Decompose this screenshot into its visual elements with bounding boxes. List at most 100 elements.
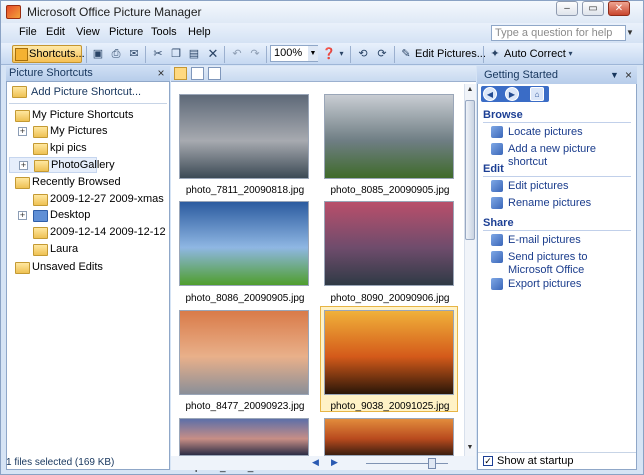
thumbnail-image[interactable]	[324, 94, 454, 179]
tree-item[interactable]: + My Pictures	[9, 124, 159, 140]
thumbnail-image[interactable]	[179, 201, 309, 286]
tree-item[interactable]: 2009-12-27 2009-xmas	[9, 192, 164, 208]
tree-item[interactable]: + Desktop	[9, 208, 159, 224]
toolbar-separator	[224, 46, 225, 63]
scroll-up-icon[interactable]: ▲	[465, 86, 475, 96]
show-at-startup-checkbox[interactable]: ✓	[483, 456, 493, 466]
tree-item[interactable]: 2009-12-14 2009-12-12	[9, 225, 166, 241]
save-icon[interactable]: ▣	[90, 46, 106, 62]
menu-view[interactable]: View	[76, 26, 100, 38]
zoom-dropdown-icon[interactable]: ▼	[308, 46, 318, 61]
menu-edit[interactable]: Edit	[46, 26, 65, 38]
menu-file[interactable]: File	[19, 26, 37, 38]
restore-button[interactable]: ▭	[582, 1, 604, 16]
tree-item-label: 2009-12-27 2009-xmas	[50, 193, 164, 205]
help-icon[interactable]: ❓	[321, 46, 337, 62]
tree-item[interactable]: Unsaved Edits	[9, 260, 159, 276]
status-bar: 1 files selected (169 KB)	[6, 457, 115, 468]
thumbnail-image[interactable]	[324, 418, 454, 456]
toolbar-options-icon-2[interactable]: ▾	[566, 46, 575, 62]
edit-icon	[491, 180, 503, 192]
edit-pictures-icon[interactable]: ✎	[398, 46, 414, 62]
next-icon[interactable]: ▶	[331, 457, 338, 468]
rotate-right-icon[interactable]: ⟳	[374, 46, 390, 62]
email-icon	[491, 234, 503, 246]
thumbnail-view-icon[interactable]	[174, 67, 187, 80]
expand-icon[interactable]: +	[18, 127, 27, 136]
ask-question-input[interactable]: Type a question for help	[491, 25, 626, 41]
add-shortcut-icon	[12, 86, 27, 99]
task-link[interactable]: Add a new picture shortcut	[508, 143, 626, 169]
task-link[interactable]: Send pictures to Microsoft Office	[508, 251, 626, 277]
thumbnail-caption: photo_8090_20090906.jpg	[330, 293, 450, 304]
section-heading: Browse	[483, 109, 523, 121]
toolbar-separator	[86, 46, 87, 63]
thumbnail-image[interactable]	[179, 310, 309, 395]
close-pane-icon[interactable]: ×	[156, 67, 166, 80]
folder-icon	[33, 227, 48, 239]
toolbar-options-icon[interactable]: ▾	[337, 46, 346, 62]
section-divider	[483, 176, 631, 177]
tree-item[interactable]: kpi pics	[9, 141, 159, 157]
auto-correct-button[interactable]: Auto Correct	[504, 46, 566, 62]
expand-icon[interactable]: +	[19, 161, 28, 170]
tree-item[interactable]: My Picture Shortcuts	[9, 108, 159, 124]
cut-icon[interactable]: ✂	[150, 46, 166, 62]
redo-icon[interactable]: ↷	[247, 46, 263, 62]
tree-item[interactable]: Recently Browsed	[9, 175, 159, 191]
task-link[interactable]: E-mail pictures	[508, 234, 626, 247]
unsaved-icon	[15, 262, 30, 274]
back-icon[interactable]: ◀	[483, 87, 497, 101]
copy-icon[interactable]: ❐	[168, 46, 184, 62]
shortcuts-icon	[15, 110, 30, 122]
scroll-down-icon[interactable]: ▼	[465, 444, 475, 454]
recent-icon	[15, 177, 30, 189]
zoom-slider-thumb[interactable]	[428, 458, 436, 469]
task-link[interactable]: Export pictures	[508, 278, 626, 291]
toolbar-separator	[483, 46, 484, 63]
add-picture-shortcut-label: Add Picture Shortcut...	[31, 86, 142, 98]
ask-dropdown-icon[interactable]: ▼	[626, 25, 635, 41]
edit-pictures-button[interactable]: Edit Pictures...	[415, 46, 486, 62]
task-link[interactable]: Locate pictures	[508, 126, 626, 139]
filmstrip-view-icon[interactable]	[191, 67, 204, 80]
paste-icon[interactable]: ▤	[186, 46, 202, 62]
section-heading: Edit	[483, 163, 504, 175]
tree-item-label: PhotoGallery	[51, 159, 115, 171]
previous-icon[interactable]: ◀	[312, 457, 319, 468]
scroll-thumb[interactable]	[465, 100, 475, 240]
thumbnail-image[interactable]	[324, 201, 454, 286]
minimize-button[interactable]: –	[556, 1, 578, 16]
task-pane-close-icon[interactable]: ×	[625, 68, 632, 82]
export-icon	[491, 278, 503, 290]
forward-icon[interactable]: ▶	[505, 87, 519, 101]
thumbnail-image[interactable]	[324, 310, 454, 395]
task-link[interactable]: Rename pictures	[508, 197, 626, 210]
add-picture-shortcut-link[interactable]: Add Picture Shortcut...	[12, 86, 162, 100]
menu-picture[interactable]: Picture	[109, 26, 143, 38]
task-link[interactable]: Edit pictures	[508, 180, 626, 193]
home-icon[interactable]: ⌂	[530, 87, 544, 101]
tree-item-label: My Picture Shortcuts	[32, 109, 134, 121]
expand-icon[interactable]: +	[18, 211, 27, 220]
menu-help[interactable]: Help	[188, 26, 211, 38]
close-button[interactable]: ✕	[608, 1, 630, 16]
locate-icon	[491, 126, 503, 138]
task-pane-menu-icon[interactable]: ▼	[610, 70, 619, 80]
tree-item-label: kpi pics	[50, 142, 87, 154]
rotate-left-icon[interactable]: ⟲	[355, 46, 371, 62]
shortcuts-icon	[15, 48, 28, 61]
tree-item[interactable]: + PhotoGallery	[9, 157, 115, 173]
tree-item-label: Unsaved Edits	[32, 261, 103, 273]
tree-item[interactable]: Laura	[9, 242, 159, 258]
print-icon[interactable]: ⎙	[108, 46, 124, 62]
email-icon[interactable]: ✉	[126, 46, 142, 62]
single-view-icon[interactable]	[208, 67, 221, 80]
thumbnail-image[interactable]	[179, 418, 309, 456]
thumbnail-image[interactable]	[179, 94, 309, 179]
menu-tools[interactable]: Tools	[151, 26, 177, 38]
auto-correct-icon[interactable]: ✦	[487, 46, 503, 62]
shortcuts-button[interactable]: Shortcuts...	[12, 45, 85, 63]
undo-icon[interactable]: ↶	[229, 46, 245, 62]
delete-icon[interactable]: ✕	[205, 46, 221, 62]
